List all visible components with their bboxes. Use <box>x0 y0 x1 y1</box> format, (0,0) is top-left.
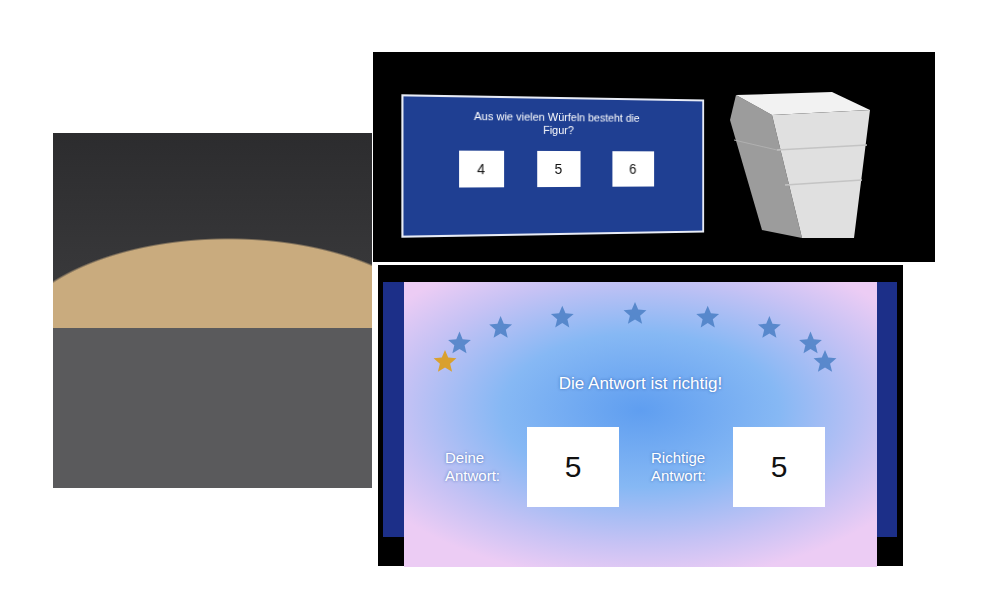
empty-star-icon <box>696 306 719 328</box>
empty-star-icon <box>799 332 822 354</box>
correct-answer-value: 5 <box>733 427 825 507</box>
correct-answer: Richtige Antwort: 5 <box>651 427 825 507</box>
answer-row: Deine Antwort: 5 Richtige Antwort: 5 <box>404 427 877 507</box>
option-row: 456 <box>459 151 654 188</box>
answer-option[interactable]: 6 <box>612 151 654 187</box>
empty-star-icon <box>551 306 574 328</box>
question-screen: Aus wie vielen Würfeln besteht die Figur… <box>373 52 935 262</box>
result-card: Die Antwort ist richtig! Deine Antwort: 5R… <box>404 282 877 567</box>
result-screen: Die Antwort ist richtig! Deine Antwort: 5R… <box>378 262 903 566</box>
question-card: Aus wie vielen Würfeln besteht die Figur… <box>401 94 704 237</box>
empty-star-icon <box>489 316 512 338</box>
screens-column: Aus wie vielen Würfeln besteht die Figur… <box>373 52 935 566</box>
result-band: Die Antwort ist richtig! Deine Antwort: 5R… <box>383 282 897 537</box>
your-answer: Deine Antwort: 5 <box>445 427 619 507</box>
empty-star-icon <box>448 332 471 354</box>
ar-photo <box>53 133 372 488</box>
star-rating <box>404 282 877 374</box>
answer-option[interactable]: 5 <box>537 151 580 187</box>
empty-star-icon <box>624 302 647 324</box>
result-message: Die Antwort ist richtig! <box>559 374 722 394</box>
your-answer-value: 5 <box>527 427 619 507</box>
page: Aus wie vielen Würfeln besteht die Figur… <box>0 0 998 600</box>
your-answer-label: Deine Antwort: <box>445 449 517 485</box>
empty-star-icon <box>814 350 837 372</box>
filled-star-icon <box>434 350 457 372</box>
cube-figure-icon <box>722 90 872 240</box>
empty-star-icon <box>758 316 781 338</box>
question-title: Aus wie vielen Würfeln besteht die Figur… <box>458 110 655 138</box>
answer-option[interactable]: 4 <box>459 151 504 188</box>
correct-answer-label: Richtige Antwort: <box>651 449 723 485</box>
